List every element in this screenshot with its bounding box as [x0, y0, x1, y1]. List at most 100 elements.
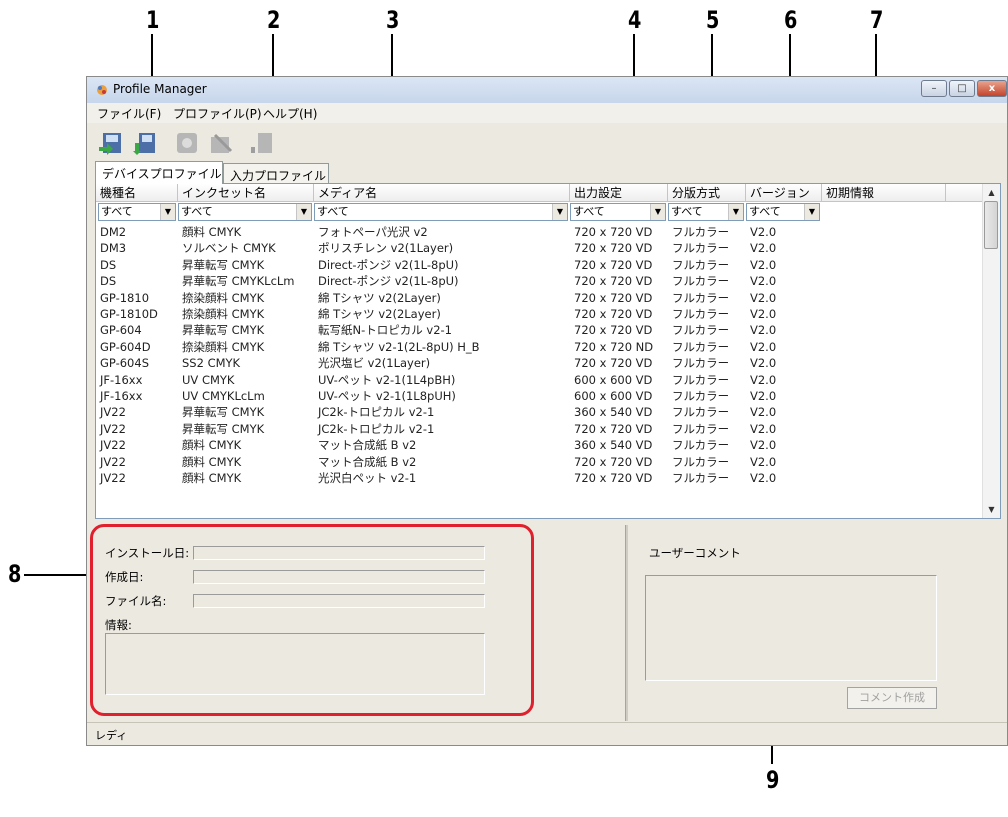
export-profile-button[interactable]	[171, 127, 203, 159]
callout-8: 8	[8, 560, 22, 588]
table-cell: V2.0	[750, 241, 777, 256]
scroll-thumb[interactable]	[984, 201, 998, 249]
column-output-setting[interactable]: 出力設定	[570, 184, 668, 202]
table-row[interactable]: GP-604 昇華転写 CMYK 転写紙N-トロピカル v2-1 720 x 720 …	[96, 322, 984, 338]
filter-model[interactable]: すべて ▼	[98, 203, 176, 221]
delete-profile-button[interactable]	[205, 127, 237, 159]
table-cell: 600 x 600 VD	[574, 372, 653, 387]
maximize-button[interactable]: □	[949, 80, 975, 97]
table-row[interactable]: GP-1810 捺染顔料 CMYK 綿 Tシャツ v2(2Layer) 720 x 7…	[96, 290, 984, 306]
table-cell: DM3	[100, 241, 127, 256]
table-row[interactable]: JV22 昇華転写 CMYK JC2k-トロピカル v2-1 720 x 720 VD…	[96, 421, 984, 437]
column-initial-info[interactable]: 初期情報	[822, 184, 946, 202]
table-row[interactable]: DM2 顔料 CMYK フォトペーパ光沢 v2 720 x 720 VD フルカラー V2…	[96, 224, 984, 240]
table-row[interactable]: JF-16xx UV CMYK UV-ペット v2-1(1L4pBH) 600 x 6…	[96, 372, 984, 388]
table-cell: 720 x 720 ND	[574, 339, 654, 354]
table-cell: JF-16xx	[100, 372, 143, 387]
filter-version-value: すべて	[749, 205, 781, 218]
minimize-button[interactable]: –	[921, 80, 947, 97]
tab-input-profile[interactable]: 入力プロファイル	[223, 163, 329, 183]
table-row[interactable]: DS 昇華転写 CMYK Direct-ポンジ v2(1L-8pU) 720 x 72…	[96, 257, 984, 273]
table-cell: GP-1810	[100, 290, 150, 305]
table-row[interactable]: DM3 ソルベント CMYK ポリスチレン v2(1Layer) 720 x 720 …	[96, 240, 984, 256]
table-cell: GP-604S	[100, 356, 149, 371]
table-cell: 360 x 540 VD	[574, 405, 653, 420]
status-bar: レディ	[87, 722, 1007, 745]
tab-device-profile[interactable]: デバイスプロファイル	[95, 161, 223, 184]
user-comment-field[interactable]	[645, 575, 937, 681]
create-comment-button[interactable]: コメント作成	[847, 687, 937, 709]
callout-5: 5	[706, 6, 720, 34]
filter-version[interactable]: すべて ▼	[746, 203, 820, 221]
table-row[interactable]: JV22 昇華転写 CMYK JC2k-トロピカル v2-1 360 x 540 VD…	[96, 404, 984, 420]
install-profile-button[interactable]	[95, 127, 127, 159]
chevron-down-icon[interactable]: ▼	[552, 204, 567, 220]
table-cell: V2.0	[750, 307, 777, 321]
uninstall-icon	[133, 133, 155, 155]
list-scrollbar[interactable]: ▲ ▼	[982, 184, 1000, 518]
table-row[interactable]: JV22 顔料 CMYK 光沢白ペット v2-1 720 x 720 VD フルカラー V…	[96, 470, 984, 486]
menu-file[interactable]: ファイル(F)	[97, 105, 161, 122]
title-bar[interactable]: Profile Manager – □ x	[87, 77, 1007, 104]
table-cell: 綿 Tシャツ v2(2Layer)	[318, 290, 441, 305]
table-cell: UV-ペット v2-1(1L8pUH)	[318, 389, 456, 403]
scroll-up-icon[interactable]: ▲	[983, 184, 1000, 201]
table-cell: フルカラー	[672, 290, 730, 305]
scroll-down-icon[interactable]: ▼	[983, 501, 1000, 518]
column-media[interactable]: メディア名	[314, 184, 570, 202]
column-filler	[946, 184, 986, 202]
menu-help[interactable]: ヘルプ(H)	[263, 105, 317, 122]
document-icon	[251, 133, 272, 153]
table-row[interactable]: GP-1810D 捺染顔料 CMYK 綿 Tシャツ v2(2Layer) 720 x …	[96, 306, 984, 322]
table-cell: 顔料 CMYK	[182, 225, 242, 239]
chevron-down-icon[interactable]: ▼	[650, 204, 665, 220]
filter-separation[interactable]: すべて ▼	[668, 203, 744, 221]
table-cell: SS2 CMYK	[182, 356, 241, 371]
filter-media[interactable]: すべて ▼	[314, 203, 568, 221]
app-icon	[97, 85, 107, 95]
table-cell: JV22	[100, 405, 126, 420]
table-cell: 昇華転写 CMYKLcLm	[182, 274, 295, 289]
callout-9: 9	[766, 766, 780, 794]
chevron-down-icon[interactable]: ▼	[296, 204, 311, 220]
table-cell: 600 x 600 VD	[574, 389, 653, 403]
column-separation[interactable]: 分版方式	[668, 184, 746, 202]
table-cell: マット合成紙 B v2	[318, 438, 417, 453]
chevron-down-icon[interactable]: ▼	[160, 204, 175, 220]
table-row[interactable]: JV22 顔料 CMYK マット合成紙 B v2 360 x 540 VD フルカラー V…	[96, 437, 984, 453]
table-cell: DS	[100, 274, 117, 289]
panel-divider[interactable]	[625, 525, 628, 721]
table-cell: 光沢塩ビ v2(1Layer)	[318, 356, 431, 371]
filter-inkset-value: すべて	[181, 205, 213, 218]
table-cell: V2.0	[750, 454, 777, 469]
properties-button[interactable]	[247, 127, 279, 159]
close-button[interactable]: x	[977, 80, 1007, 97]
callout-1: 1	[146, 6, 160, 34]
table-row[interactable]: GP-604S SS2 CMYK 光沢塩ビ v2(1Layer) 720 x 720 …	[96, 355, 984, 371]
table-cell: 綿 Tシャツ v2-1(2L-8pU) H_B	[318, 339, 480, 354]
menu-profile[interactable]: プロファイル(P)	[173, 105, 262, 122]
column-version[interactable]: バージョン	[746, 184, 822, 202]
column-inkset[interactable]: インクセット名	[178, 184, 314, 202]
filter-output-value: すべて	[573, 205, 605, 218]
table-cell: フルカラー	[672, 257, 730, 272]
table-cell: 720 x 720 VD	[574, 421, 653, 436]
table-row[interactable]: JF-16xx UV CMYKLcLm UV-ペット v2-1(1L8pUH) 600…	[96, 388, 984, 404]
chevron-down-icon[interactable]: ▼	[804, 204, 819, 220]
table-cell: JV22	[100, 421, 126, 436]
table-row[interactable]: JV22 顔料 CMYK マット合成紙 B v2 720 x 720 VD フルカラー V…	[96, 454, 984, 470]
table-cell: GP-604D	[100, 339, 151, 354]
table-cell: フルカラー	[672, 405, 730, 420]
table-cell: V2.0	[750, 339, 777, 354]
table-cell: 昇華転写 CMYK	[182, 405, 265, 420]
filter-output-setting[interactable]: すべて ▼	[570, 203, 666, 221]
table-cell: V2.0	[750, 438, 777, 453]
table-cell: フルカラー	[672, 454, 730, 469]
uninstall-profile-button[interactable]	[129, 127, 161, 159]
table-row[interactable]: DS 昇華転写 CMYKLcLm Direct-ポンジ v2(1L-8pU) 720 …	[96, 273, 984, 289]
table-row[interactable]: GP-604D 捺染顔料 CMYK 綿 Tシャツ v2-1(2L-8pU) H_B 7…	[96, 339, 984, 355]
column-model[interactable]: 機種名	[96, 184, 178, 202]
table-cell: UV-ペット v2-1(1L4pBH)	[318, 372, 456, 387]
chevron-down-icon[interactable]: ▼	[728, 204, 743, 220]
filter-inkset[interactable]: すべて ▼	[178, 203, 312, 221]
